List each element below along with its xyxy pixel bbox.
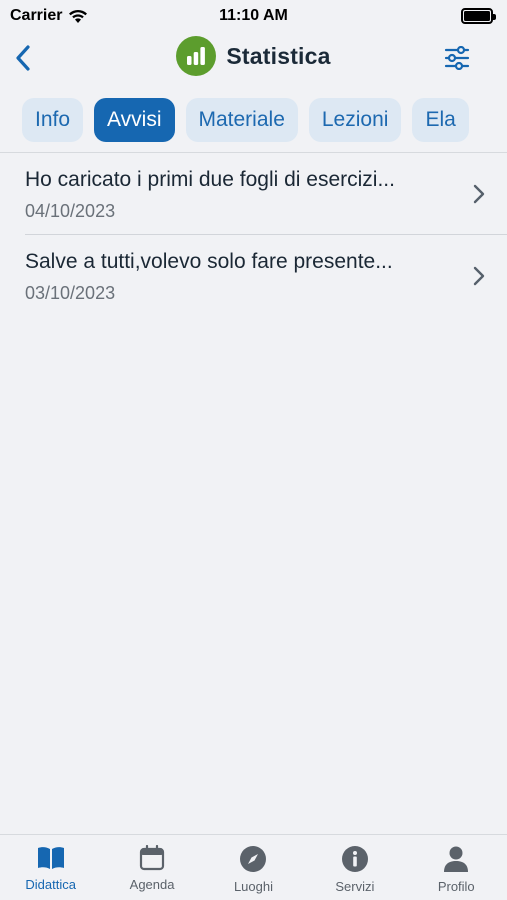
title-group: Statistica xyxy=(0,36,507,76)
tab-ela[interactable]: Ela xyxy=(412,98,469,142)
tab-materiale[interactable]: Materiale xyxy=(185,98,298,142)
filter-button[interactable] xyxy=(441,42,473,74)
battery-icon xyxy=(461,8,496,24)
status-bar: Carrier 11:10 AM xyxy=(0,0,507,32)
section-tabs: Info Avvisi Materiale Lezioni Ela xyxy=(22,98,507,142)
sliders-icon xyxy=(444,46,470,70)
carrier-label: Carrier xyxy=(10,7,63,24)
tabbar-item-servizi[interactable]: Servizi xyxy=(310,845,400,894)
tabbar-item-profilo[interactable]: Profilo xyxy=(411,845,501,894)
wifi-icon xyxy=(69,9,88,23)
info-icon xyxy=(341,846,368,872)
notice-title: Salve a tutti,volevo solo fare presente.… xyxy=(25,250,393,273)
tabbar-label: Profilo xyxy=(437,879,475,894)
course-logo xyxy=(176,36,217,76)
page-title: Statistica xyxy=(226,42,331,69)
tabbar-item-agenda[interactable]: Agenda xyxy=(107,845,197,892)
bar-chart-icon xyxy=(187,47,206,65)
notices-list: Ho caricato i primi due fogli di eserciz… xyxy=(0,152,507,317)
header: Statistica xyxy=(0,32,507,84)
chevron-left-icon xyxy=(16,45,30,71)
tabbar-label: Servizi xyxy=(335,879,375,894)
compass-icon xyxy=(240,846,267,872)
tabbar-item-luoghi[interactable]: Luoghi xyxy=(208,845,298,894)
tabbar-label: Luoghi xyxy=(233,879,273,894)
list-item[interactable]: Salve a tutti,volevo solo fare presente.… xyxy=(0,235,507,317)
tab-avvisi[interactable]: Avvisi xyxy=(94,98,175,142)
tabbar-label: Didattica xyxy=(25,877,76,892)
chevron-right-icon xyxy=(473,184,485,204)
tab-info[interactable]: Info xyxy=(22,98,84,142)
book-icon xyxy=(37,847,64,869)
back-button[interactable] xyxy=(8,40,38,76)
tabbar-item-didattica[interactable]: Didattica xyxy=(6,845,96,892)
notice-date: 03/10/2023 xyxy=(25,283,116,303)
calendar-icon xyxy=(139,845,165,871)
bottom-tab-bar: Didattica Agenda Luoghi Servizi Profilo xyxy=(0,834,507,900)
tab-lezioni[interactable]: Lezioni xyxy=(308,98,402,142)
list-item[interactable]: Ho caricato i primi due fogli di eserciz… xyxy=(0,153,507,235)
person-icon xyxy=(444,846,469,872)
status-left: Carrier xyxy=(10,7,88,25)
tabbar-label: Agenda xyxy=(129,877,175,892)
chevron-right-icon xyxy=(473,266,485,286)
notice-date: 04/10/2023 xyxy=(25,201,116,221)
notice-title: Ho caricato i primi due fogli di eserciz… xyxy=(25,168,395,191)
